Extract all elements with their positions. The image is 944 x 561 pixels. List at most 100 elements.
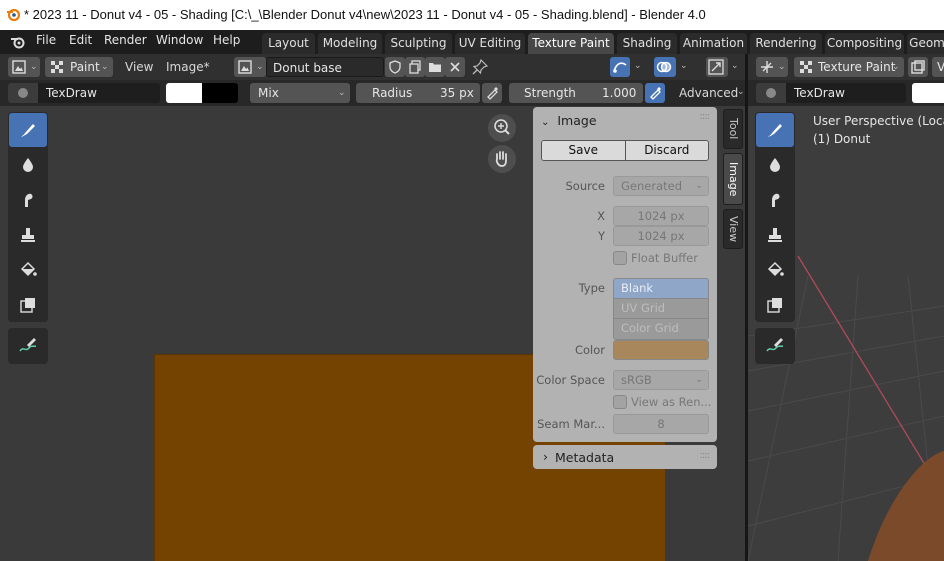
viewport-mode-label: Texture Paint [818, 60, 896, 74]
tool-annotate[interactable] [9, 329, 47, 363]
uv-sync-button[interactable] [610, 57, 630, 77]
drag-handle-icon[interactable]: :::: [700, 450, 711, 461]
overlay-toggle[interactable] [654, 57, 676, 77]
image-panel-header[interactable]: ⌄ Image [541, 113, 597, 128]
menu-edit[interactable]: Edit [67, 33, 94, 47]
hand-icon [495, 151, 507, 167]
viewport-annotate-toolbar [755, 328, 795, 364]
pin-icon[interactable] [472, 59, 488, 75]
menu-help[interactable]: Help [211, 33, 242, 47]
type-uv-grid-option[interactable]: UV Grid [614, 299, 708, 319]
fake-user-button[interactable] [385, 57, 405, 77]
drag-handle-icon[interactable]: :::: [700, 111, 711, 122]
blender-menu-icon[interactable] [10, 35, 26, 49]
vp-tool-draw[interactable] [756, 113, 794, 147]
viewport-view-menu[interactable]: V [932, 57, 944, 77]
metadata-label: Metadata [555, 450, 615, 465]
browse-image-dropdown[interactable]: ⌄ [234, 57, 266, 77]
tab-rendering[interactable]: Rendering [750, 33, 822, 54]
stamp-icon [768, 228, 782, 242]
folder-icon [429, 63, 441, 72]
tab-uv-editing[interactable]: UV Editing [455, 33, 525, 54]
vp-tool-annotate[interactable] [756, 329, 794, 363]
viewport-toggle-button[interactable] [908, 57, 928, 77]
vp-tool-smear[interactable] [756, 183, 794, 217]
vp-tool-mask[interactable] [756, 288, 794, 322]
source-label: Source [565, 179, 606, 193]
viewport-mode-dropdown[interactable]: Texture Paint ⌄ [794, 57, 904, 77]
height-field[interactable]: 1024 px [613, 226, 709, 246]
gizmo-icon [708, 59, 724, 75]
tool-clone[interactable] [9, 218, 47, 252]
radius-slider[interactable]: Radius 35 px [356, 83, 480, 103]
viewport-editor-type-dropdown[interactable]: ⌄ [756, 57, 788, 77]
image-name-field[interactable]: Donut base [266, 57, 384, 77]
y-label: Y [597, 229, 605, 243]
annotate-pen-icon [766, 338, 784, 352]
tab-layout[interactable]: Layout [262, 33, 315, 54]
tab-sculpting[interactable]: Sculpting [385, 33, 452, 54]
tab-compositing[interactable]: Compositing [825, 33, 904, 54]
gizmo-toggle[interactable] [706, 57, 728, 77]
tool-mask[interactable] [9, 288, 47, 322]
vp-tool-fill[interactable] [756, 253, 794, 287]
strength-slider[interactable]: Strength 1.000 [509, 83, 643, 103]
type-color-grid-option[interactable]: Color Grid [614, 319, 708, 339]
blend-mode-dropdown[interactable]: Mix ⌄ [250, 83, 350, 103]
tab-texture-paint[interactable]: Texture Paint [528, 33, 614, 54]
viewport-brush-selector[interactable]: TexDraw [756, 83, 906, 103]
secondary-color-swatch[interactable] [202, 83, 238, 103]
color-swatch[interactable] [613, 340, 709, 360]
menu-image[interactable]: Image* [166, 60, 210, 74]
seam-margin-label: Seam Mar... [537, 417, 605, 431]
image-editor-icon [12, 60, 26, 74]
vp-tool-soften[interactable] [756, 148, 794, 182]
viewport-brush-name: TexDraw [794, 86, 845, 100]
menu-render[interactable]: Render [102, 33, 149, 47]
tool-draw[interactable] [9, 113, 47, 147]
view-as-render-checkbox[interactable] [613, 395, 627, 409]
tab-view[interactable]: View [723, 209, 743, 249]
tool-smear[interactable] [9, 183, 47, 217]
color-space-dropdown[interactable]: sRGB ⌄ [613, 370, 709, 390]
menu-window[interactable]: Window [154, 33, 205, 47]
float-buffer-checkbox[interactable] [613, 251, 627, 265]
new-image-button[interactable] [405, 57, 425, 77]
close-icon [450, 62, 460, 72]
brush-icon [21, 124, 35, 137]
tab-image[interactable]: Image [723, 153, 743, 205]
source-dropdown[interactable]: Generated ⌄ [613, 176, 709, 196]
tool-fill[interactable] [9, 253, 47, 287]
image-browse-icon [238, 60, 252, 74]
pan-view-button[interactable] [488, 145, 516, 173]
tab-modeling[interactable]: Modeling [318, 33, 382, 54]
editor-type-dropdown[interactable]: ⌄ [8, 57, 40, 77]
zoom-view-button[interactable] [488, 114, 516, 142]
brush-selector[interactable]: TexDraw [8, 83, 160, 103]
pen-pressure-icon [487, 87, 498, 100]
width-field[interactable]: 1024 px [613, 206, 709, 226]
open-image-button[interactable] [425, 57, 445, 77]
tab-geometry[interactable]: Geom [907, 33, 944, 54]
brush-name: TexDraw [46, 86, 97, 100]
discard-button[interactable]: Discard [625, 141, 708, 160]
expand-chevron-icon: › [543, 449, 548, 464]
menu-view[interactable]: View [125, 60, 153, 74]
type-blank-option[interactable]: Blank [614, 279, 708, 299]
strength-pressure-toggle[interactable] [645, 83, 665, 103]
metadata-panel[interactable]: › Metadata :::: [533, 445, 717, 469]
mode-dropdown[interactable]: Paint ⌄ [45, 57, 113, 77]
tab-tool[interactable]: Tool [723, 109, 743, 149]
vp-tool-clone[interactable] [756, 218, 794, 252]
unlink-image-button[interactable] [445, 57, 465, 77]
seam-margin-field[interactable]: 8 [613, 414, 709, 434]
save-button[interactable]: Save [542, 141, 626, 160]
primary-color-swatch[interactable] [166, 83, 202, 103]
tab-shading[interactable]: Shading [617, 33, 677, 54]
advanced-popover[interactable]: Advanced [679, 86, 738, 100]
viewport-color-swatch[interactable] [912, 83, 944, 103]
tool-soften[interactable] [9, 148, 47, 182]
tab-animation[interactable]: Animation [680, 33, 747, 54]
radius-pressure-toggle[interactable] [482, 83, 502, 103]
menu-file[interactable]: File [34, 33, 58, 47]
